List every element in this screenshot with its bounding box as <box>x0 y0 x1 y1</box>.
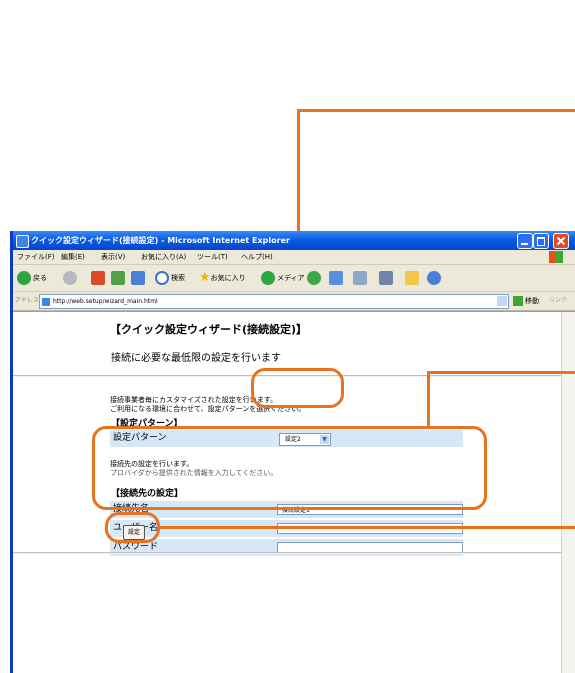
callout-pattern-select <box>251 368 344 408</box>
mail-button[interactable] <box>329 270 343 286</box>
forward-button[interactable] <box>63 270 79 286</box>
callout-line-submit <box>158 526 575 529</box>
history-icon <box>307 271 321 285</box>
edit-button[interactable] <box>379 270 393 286</box>
menu-favorites[interactable]: お気に入り(A) <box>141 250 186 264</box>
page-title: 【クイック設定ウィザード(接続設定)】 <box>110 323 308 336</box>
toolbar: 戻る 検索 ★お気に入り メディア <box>13 265 575 292</box>
callout-connection-fields <box>92 426 487 510</box>
close-button[interactable] <box>553 233 569 249</box>
folder-icon <box>405 271 419 285</box>
media-icon <box>261 271 275 285</box>
forward-arrow-icon <box>63 271 77 285</box>
edit-icon <box>379 271 393 285</box>
folder-button[interactable] <box>405 270 419 286</box>
menu-bar: ファイル(F) 編集(E) 表示(V) お気に入り(A) ツール(T) ヘルプ(… <box>13 250 575 265</box>
print-icon <box>353 271 367 285</box>
history-button[interactable] <box>307 270 323 286</box>
menu-help[interactable]: ヘルプ(H) <box>241 250 273 264</box>
maximize-button[interactable] <box>533 233 549 249</box>
mail-icon <box>329 271 343 285</box>
callout-line-connection-horizontal <box>427 371 575 374</box>
media-label: メディア <box>277 274 305 282</box>
search-button[interactable]: 検索 <box>155 270 185 286</box>
search-label: 検索 <box>171 274 185 282</box>
scrollbar[interactable] <box>561 312 575 673</box>
links-label[interactable]: リンク <box>549 292 567 310</box>
go-label: 移動 <box>525 297 539 305</box>
media-button[interactable]: メディア <box>261 270 305 286</box>
search-icon <box>155 271 169 285</box>
address-input[interactable]: http://web.setup/wizard_main.html <box>39 294 509 309</box>
print-button[interactable] <box>353 270 367 286</box>
callout-line-connection-vertical <box>427 371 430 428</box>
favorites-button[interactable]: ★お気に入り <box>199 270 246 286</box>
menu-edit[interactable]: 編集(E) <box>61 250 85 264</box>
window-title: クイック設定ウィザード(接続設定) - Microsoft Internet E… <box>31 236 290 245</box>
divider-bottom <box>13 552 561 554</box>
back-arrow-icon <box>17 271 31 285</box>
refresh-button[interactable] <box>111 270 125 286</box>
go-arrow-icon <box>513 296 523 306</box>
page-lead: 接続に必要な最低限の設定を行います <box>111 353 281 364</box>
ie-icon <box>16 235 29 248</box>
menu-view[interactable]: 表示(V) <box>101 250 125 264</box>
menu-file[interactable]: ファイル(F) <box>17 250 55 264</box>
home-button[interactable] <box>131 270 145 286</box>
callout-submit-button <box>105 512 160 543</box>
menu-tools[interactable]: ツール(T) <box>197 250 228 264</box>
stop-icon <box>91 271 105 285</box>
refresh-icon <box>111 271 125 285</box>
back-button[interactable]: 戻る <box>17 270 47 286</box>
address-dropdown-icon[interactable] <box>497 296 507 306</box>
title-bar[interactable]: クイック設定ウィザード(接続設定) - Microsoft Internet E… <box>13 231 575 250</box>
stop-button[interactable] <box>91 270 105 286</box>
windows-logo-icon <box>549 251 563 263</box>
page-icon <box>42 297 50 306</box>
minimize-button[interactable] <box>517 233 533 249</box>
favorites-star-icon: ★ <box>199 270 211 285</box>
favorites-label: お気に入り <box>210 274 246 282</box>
back-label: 戻る <box>33 274 47 282</box>
messenger-icon <box>427 271 441 285</box>
address-bar: アドレス(D) http://web.setup/wizard_main.htm… <box>13 292 575 311</box>
home-icon <box>131 271 145 285</box>
callout-line-pattern-horizontal <box>297 109 575 112</box>
go-button[interactable]: 移動 <box>513 295 539 307</box>
address-url: http://web.setup/wizard_main.html <box>53 298 158 305</box>
messenger-button[interactable] <box>427 270 443 286</box>
